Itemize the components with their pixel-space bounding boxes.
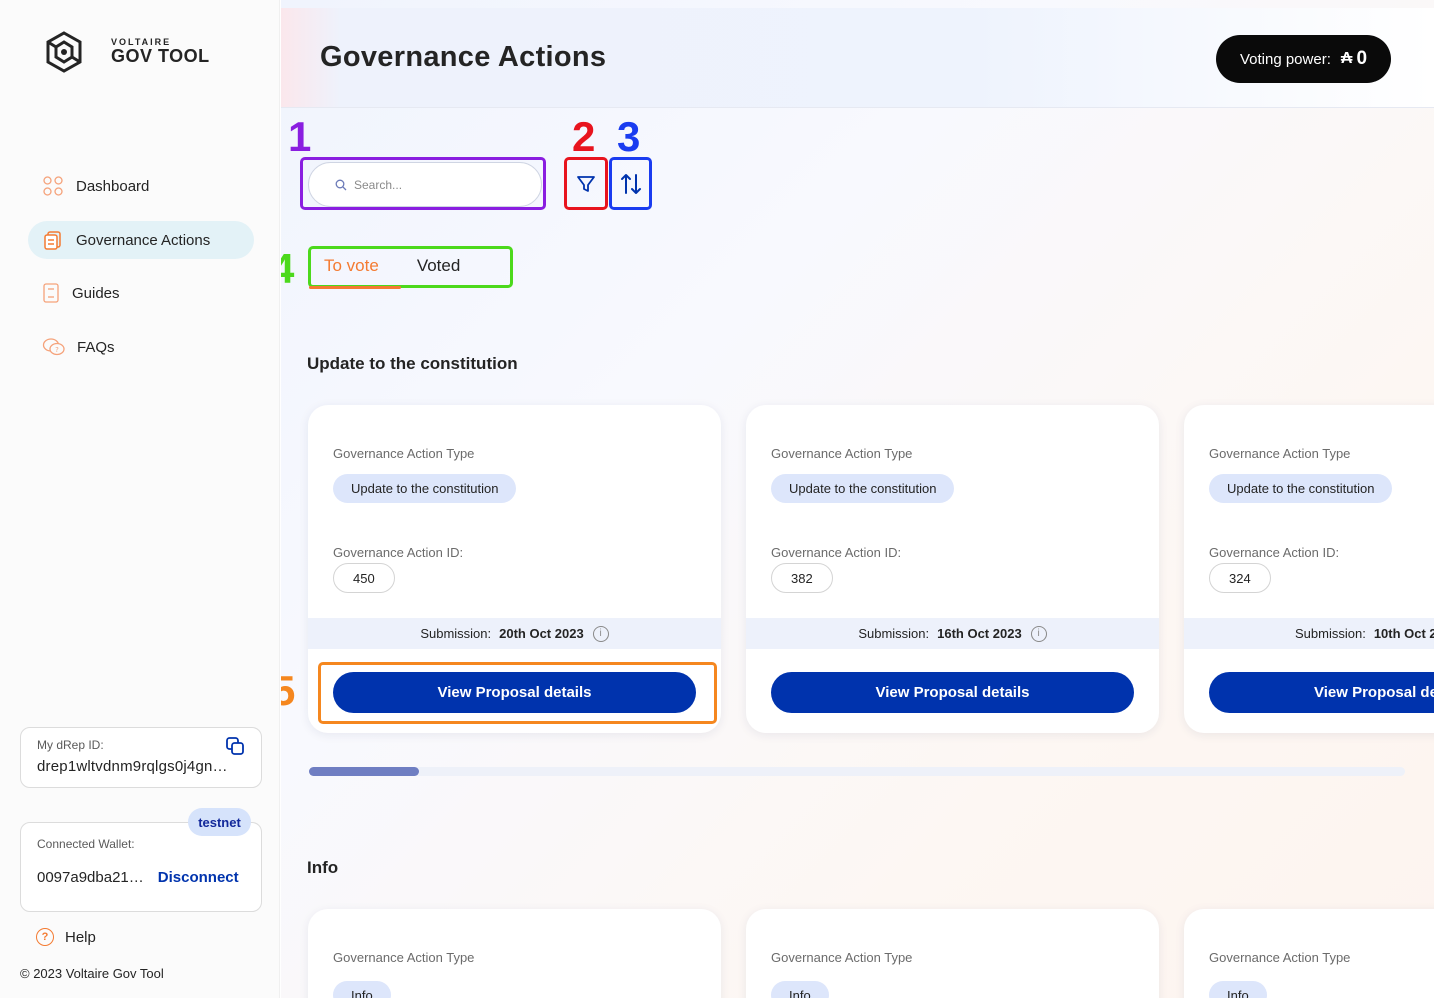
governance-action-card: Governance Action Type Update to the con… <box>1184 405 1434 733</box>
document-icon <box>42 229 64 251</box>
sort-button[interactable] <box>612 160 649 207</box>
disconnect-button[interactable]: Disconnect <box>158 869 239 886</box>
annotation-number-2: 2 <box>572 113 596 160</box>
vote-tabs: To vote Voted <box>324 256 460 276</box>
page-title: Governance Actions <box>320 41 607 73</box>
main-content: Governance Actions Voting power: ₳ 0 1 S… <box>281 0 1434 998</box>
section-title: Update to the constitution <box>307 354 518 373</box>
search-input[interactable]: Search... <box>308 162 542 207</box>
book-icon <box>42 282 60 304</box>
sidebar-item-faqs[interactable]: ? FAQs <box>28 328 254 366</box>
filter-icon <box>577 175 595 192</box>
submission-row: Submission: 16th Oct 2023 i <box>746 618 1159 649</box>
annotation-number-1: 1 <box>288 113 312 160</box>
help-link[interactable]: ? Help <box>36 928 96 946</box>
type-label: Governance Action Type <box>1209 446 1351 461</box>
svg-text:?: ? <box>55 346 59 354</box>
type-pill: Update to the constitution <box>771 474 955 503</box>
help-icon: ? <box>36 928 54 946</box>
id-label: Governance Action ID: <box>1209 545 1340 560</box>
submission-date: 10th Oct 2 <box>1373 626 1434 641</box>
section-title: Info <box>307 858 339 877</box>
annotation-number-4: 4 <box>281 245 295 292</box>
scrollbar-thumb[interactable] <box>309 767 419 776</box>
drep-id-label: My dRep ID: <box>37 738 104 752</box>
submission-date: 16th Oct 2023 <box>937 626 1022 641</box>
wallet-address: 0097a9dba21… <box>37 869 144 886</box>
horizontal-scrollbar[interactable] <box>309 767 1405 776</box>
type-pill: Info <box>1209 981 1267 998</box>
tab-active-indicator <box>309 286 401 289</box>
type-label: Governance Action Type <box>333 950 475 965</box>
chat-bubbles-icon: ? <box>42 336 66 358</box>
wallet-label: Connected Wallet: <box>37 837 135 851</box>
sidebar-item-label: FAQs <box>77 338 115 356</box>
submission-row: Submission: 20th Oct 2023 i <box>308 618 721 649</box>
ada-currency-icon: ₳ <box>1340 50 1353 67</box>
sidebar-item-dashboard[interactable]: Dashboard <box>28 167 254 205</box>
type-label: Governance Action Type <box>771 950 913 965</box>
type-pill: Update to the constitution <box>1209 474 1393 503</box>
logo-big-text: GOV TOOL <box>111 46 210 66</box>
governance-action-card: Governance Action Type Info <box>308 909 721 998</box>
submission-row: Submission: 10th Oct 2 <box>1184 618 1434 649</box>
voting-power-value: 0 <box>1356 48 1368 69</box>
drep-id-box: My dRep ID: drep1wltvdnm9rqlgs0j4gn… <box>20 727 262 788</box>
annotation-number-5: 5 <box>281 667 296 714</box>
tab-voted[interactable]: Voted <box>417 256 461 276</box>
sidebar-item-governance-actions[interactable]: Governance Actions <box>28 221 254 259</box>
sidebar-item-label: Governance Actions <box>76 231 211 249</box>
dashboard-icon <box>42 175 64 197</box>
id-pill: 382 <box>771 563 833 593</box>
logo-icon <box>46 31 82 73</box>
drep-id-value: drep1wltvdnm9rqlgs0j4gn… <box>37 758 228 775</box>
info-icon[interactable]: i <box>1030 625 1047 642</box>
annotation-box-view-button <box>318 662 717 724</box>
sidebar-item-label: Guides <box>72 284 120 302</box>
tab-to-vote[interactable]: To vote <box>324 256 379 276</box>
id-pill: 450 <box>333 563 395 593</box>
type-pill: Update to the constitution <box>333 474 517 503</box>
view-proposal-button[interactable]: View Proposal de <box>1209 672 1434 713</box>
help-label: Help <box>65 928 96 946</box>
type-label: Governance Action Type <box>1209 950 1351 965</box>
submission-date: 20th Oct 2023 <box>499 626 584 641</box>
app-logo[interactable]: VOLTAIRE GOV TOOL <box>42 30 210 74</box>
type-pill: Info <box>771 981 829 998</box>
submission-label: Submission: <box>420 626 492 641</box>
governance-action-card: Governance Action Type Info <box>746 909 1159 998</box>
info-icon[interactable]: i <box>592 625 609 642</box>
view-proposal-button[interactable]: View Proposal details <box>771 672 1134 713</box>
voting-power-badge: Voting power: ₳ 0 <box>1216 35 1391 83</box>
sidebar-item-guides[interactable]: Guides <box>28 274 254 312</box>
search-icon <box>335 179 347 190</box>
copyright-text: © 2023 Voltaire Gov Tool <box>20 966 164 981</box>
type-label: Governance Action Type <box>771 446 913 461</box>
type-pill: Info <box>333 981 391 998</box>
submission-label: Submission: <box>858 626 930 641</box>
testnet-badge: testnet <box>188 808 251 836</box>
search-placeholder: Search... <box>354 177 403 192</box>
voting-power-label: Voting power: <box>1239 50 1331 68</box>
sort-arrows-icon <box>620 173 641 194</box>
governance-action-card: Governance Action Type Update to the con… <box>746 405 1159 733</box>
sidebar-item-label: Dashboard <box>76 177 150 195</box>
sidebar: VOLTAIRE GOV TOOL Dashboard Governance A… <box>0 0 280 998</box>
page-header: Governance Actions Voting power: ₳ 0 <box>281 8 1434 108</box>
id-label: Governance Action ID: <box>771 545 902 560</box>
governance-action-card: Governance Action Type Info <box>1184 909 1434 998</box>
id-pill: 324 <box>1209 563 1271 593</box>
submission-label: Submission: <box>1295 626 1366 641</box>
annotation-number-3: 3 <box>617 113 641 160</box>
filter-button[interactable] <box>567 160 605 207</box>
id-label: Governance Action ID: <box>333 545 464 560</box>
type-label: Governance Action Type <box>333 446 475 461</box>
copy-icon[interactable] <box>225 736 245 756</box>
